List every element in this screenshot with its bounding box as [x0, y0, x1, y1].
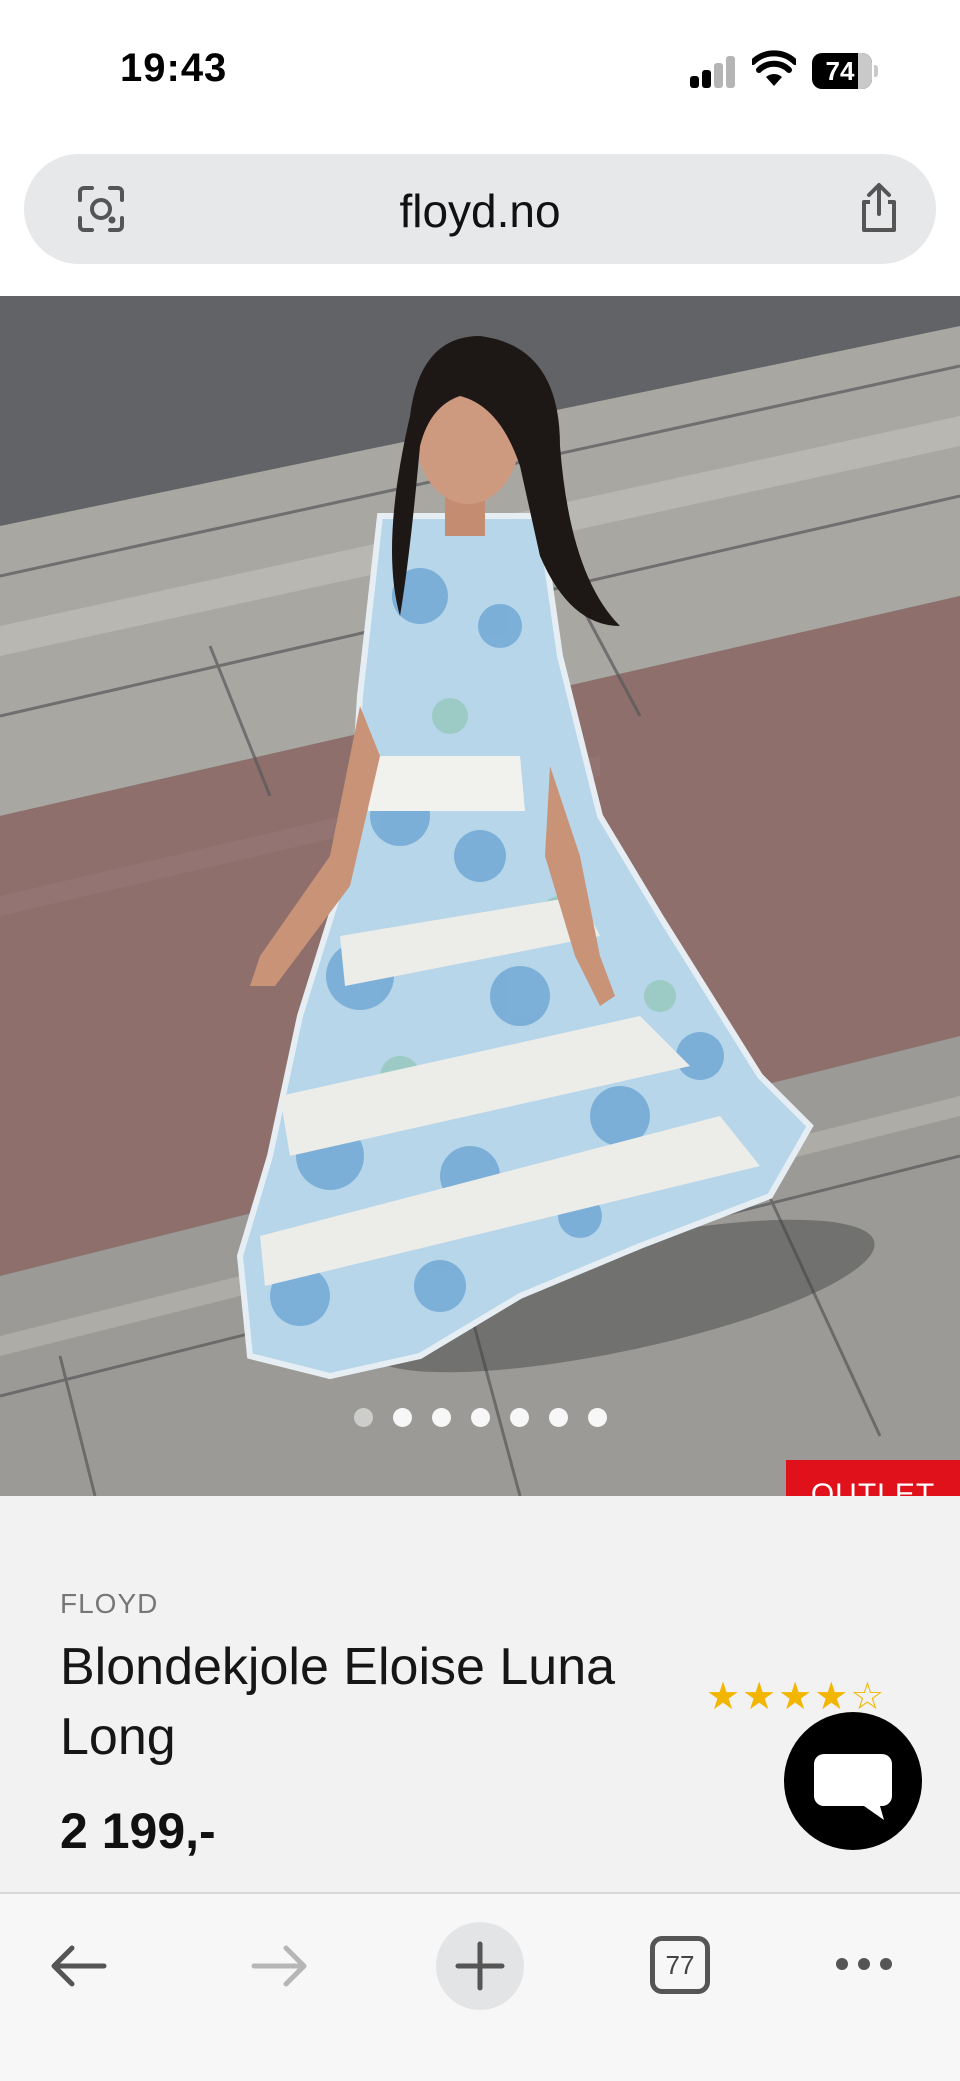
carousel-dot[interactable]: [431, 1408, 451, 1427]
chat-bubble-icon: [814, 1754, 892, 1820]
wifi-icon: [752, 50, 796, 86]
browser-toolbar: 77: [0, 1892, 960, 2081]
star-filled-icon: ★: [742, 1676, 779, 1718]
product-brand[interactable]: FLOYD: [60, 1588, 158, 1620]
battery-icon: 74: [812, 53, 878, 89]
carousel-dot[interactable]: [392, 1408, 412, 1427]
carousel-dot[interactable]: [470, 1408, 490, 1427]
more-dots-icon[interactable]: [834, 1956, 894, 1972]
carousel-dot[interactable]: [509, 1408, 529, 1427]
new-tab-button[interactable]: [436, 1922, 524, 2010]
carousel-indicator[interactable]: [0, 1408, 960, 1430]
product-price: 2 199,-: [60, 1803, 216, 1859]
product-info: FLOYD Blondekjole Eloise Luna Long ★★★★☆…: [0, 1496, 960, 1892]
carousel-dot[interactable]: [353, 1408, 373, 1427]
star-filled-icon: ★: [706, 1676, 743, 1718]
address-bar[interactable]: floyd.no: [24, 154, 936, 264]
tabs-icon[interactable]: 77: [650, 1936, 710, 1994]
product-title: Blondekjole Eloise Luna Long: [60, 1638, 616, 1766]
signal-icon: [690, 56, 736, 88]
product-image[interactable]: [0, 296, 960, 1496]
status-time: 19:43: [120, 46, 228, 90]
back-arrow-icon[interactable]: [48, 1944, 108, 1988]
plus-icon: [455, 1941, 505, 1991]
chat-button[interactable]: [784, 1712, 922, 1850]
carousel-dot[interactable]: [587, 1408, 607, 1427]
product-photo: [0, 296, 960, 1496]
carousel-dot[interactable]: [548, 1408, 568, 1427]
battery-level: 74: [825, 56, 855, 86]
forward-arrow-icon[interactable]: [250, 1944, 310, 1988]
share-icon[interactable]: [854, 182, 904, 234]
url-text[interactable]: floyd.no: [24, 184, 936, 238]
status-bar: 19:43 74: [0, 0, 960, 140]
